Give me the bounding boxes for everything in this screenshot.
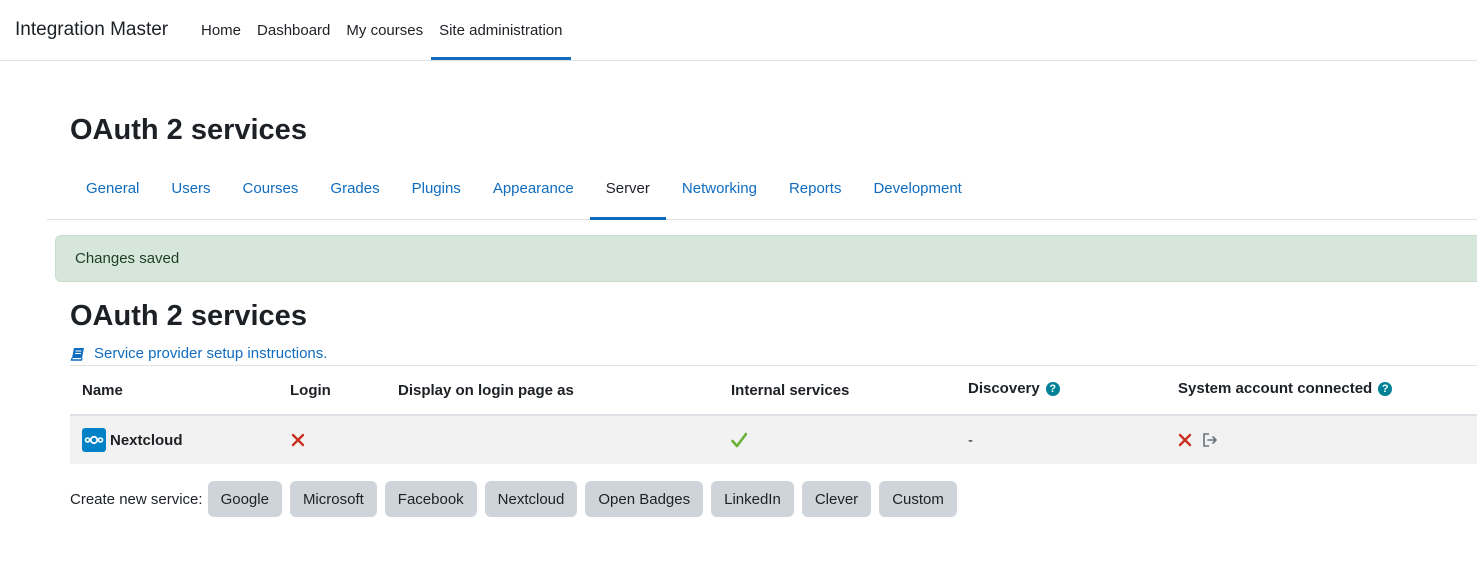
header-discovery: Discovery ? [968,364,1060,413]
header-system-account-label: System account connected [1178,380,1373,397]
page-title: OAuth 2 services [70,114,307,146]
create-service-bar: Create new service: Google Microsoft Fac… [70,481,965,517]
tab-development[interactable]: Development [857,158,977,219]
create-open-badges-button[interactable]: Open Badges [585,481,704,517]
header-login: Login [290,382,331,399]
cell-internal-services [731,416,747,464]
tab-reports[interactable]: Reports [773,158,858,219]
create-google-button[interactable]: Google [207,481,282,517]
tab-plugins[interactable]: Plugins [396,158,477,219]
site-brand[interactable]: Integration Master [15,19,168,41]
create-clever-button[interactable]: Clever [801,481,872,517]
success-alert: Changes saved [55,235,1477,282]
header-display: Display on login page as [398,382,574,399]
cell-system-account [1178,416,1219,464]
header-internal-services: Internal services [731,382,850,399]
create-microsoft-button[interactable]: Microsoft [289,481,377,517]
secondary-navigation: General Users Courses Grades Plugins App… [47,158,1477,220]
nav-site-administration[interactable]: Site administration [431,0,571,60]
create-nextcloud-button[interactable]: Nextcloud [484,481,578,517]
tab-appearance[interactable]: Appearance [477,158,590,219]
cross-icon [1178,433,1192,447]
create-facebook-button[interactable]: Facebook [384,481,477,517]
tab-general[interactable]: General [70,158,155,219]
nav-my-courses[interactable]: My courses [338,0,431,60]
oauth-services-table: Name Login Display on login page as Inte… [70,365,1477,464]
section-title: OAuth 2 services [70,300,307,332]
tab-networking[interactable]: Networking [666,158,773,219]
cross-icon [291,433,305,447]
header-system-account: System account connected ? [1178,364,1393,413]
nav-dashboard[interactable]: Dashboard [249,0,338,60]
nextcloud-logo-icon [82,428,106,452]
cell-name: Nextcloud [82,416,183,464]
create-custom-button[interactable]: Custom [879,481,957,517]
sign-in-icon[interactable] [1202,432,1219,448]
create-linkedin-button[interactable]: LinkedIn [711,481,794,517]
setup-instructions-link[interactable]: Service provider setup instructions. [70,345,327,362]
top-navbar: Integration Master Home Dashboard My cou… [0,0,1477,61]
check-icon [731,432,747,448]
header-discovery-label: Discovery [968,380,1040,397]
tab-grades[interactable]: Grades [314,158,395,219]
setup-instructions-label: Service provider setup instructions. [94,345,328,362]
service-name: Nextcloud [110,431,183,449]
table-header: Name Login Display on login page as Inte… [70,365,1477,416]
header-name: Name [82,382,123,399]
cell-login [291,416,305,464]
alert-message: Changes saved [75,250,180,267]
primary-navigation: Home Dashboard My courses Site administr… [193,0,571,60]
create-service-label: Create new service: [70,490,203,508]
tab-server[interactable]: Server [589,158,667,220]
help-icon[interactable]: ? [1045,381,1060,396]
nav-home[interactable]: Home [193,0,249,60]
tab-users[interactable]: Users [155,158,226,219]
table-row: Nextcloud - [70,416,1477,464]
help-icon[interactable]: ? [1378,381,1393,396]
tab-courses[interactable]: Courses [227,158,315,219]
cell-discovery: - [968,431,973,449]
book-icon [70,347,84,361]
